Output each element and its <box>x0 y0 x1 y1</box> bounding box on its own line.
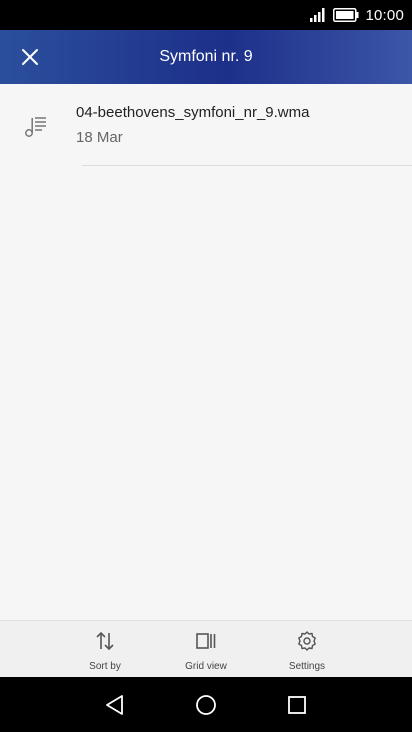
grid-view-button[interactable]: Grid view <box>166 621 246 678</box>
bottom-toolbar: Sort by Grid view Settings <box>0 620 412 677</box>
recents-button[interactable] <box>282 690 312 720</box>
grid-view-label: Grid view <box>185 661 227 672</box>
close-button[interactable] <box>10 37 50 77</box>
home-icon <box>196 695 216 715</box>
screen: 10:00 Symfoni nr. 9 04-beethovens_symfon… <box>0 0 412 732</box>
file-list: 04-beethovens_symfoni_nr_9.wma 18 Mar <box>0 84 412 620</box>
music-playlist-icon <box>22 112 50 140</box>
battery-icon <box>333 8 359 22</box>
divider <box>82 165 412 166</box>
app-bar: Symfoni nr. 9 <box>0 30 412 84</box>
signal-icon <box>310 8 325 22</box>
back-button[interactable] <box>100 690 130 720</box>
status-indicators: 10:00 <box>309 0 404 30</box>
file-name: 04-beethovens_symfoni_nr_9.wma <box>76 104 310 121</box>
list-item[interactable]: 04-beethovens_symfoni_nr_9.wma 18 Mar <box>0 84 412 166</box>
sort-icon <box>93 629 117 653</box>
sort-by-label: Sort by <box>89 661 121 672</box>
settings-button[interactable]: Settings <box>267 621 347 678</box>
settings-label: Settings <box>288 661 326 672</box>
gear-icon <box>295 629 319 653</box>
close-icon <box>22 49 38 65</box>
status-bar: 10:00 <box>0 0 412 30</box>
back-icon <box>106 695 123 715</box>
navigation-bar <box>0 677 412 732</box>
page-title: Symfoni nr. 9 <box>159 48 253 65</box>
file-date: 18 Mar <box>76 129 123 146</box>
recents-icon <box>288 696 306 714</box>
grid-view-icon <box>194 629 218 653</box>
status-time: 10:00 <box>365 6 404 24</box>
sort-by-button[interactable]: Sort by <box>65 621 145 678</box>
home-button[interactable] <box>191 690 221 720</box>
